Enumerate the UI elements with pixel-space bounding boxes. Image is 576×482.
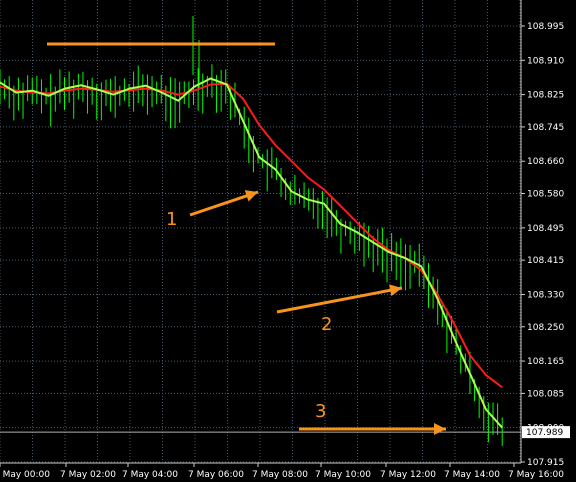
y-tick-label: 108.745 bbox=[527, 123, 564, 133]
y-tick-label: 108.660 bbox=[527, 157, 564, 167]
y-tick-label: 108.995 bbox=[527, 22, 564, 32]
y-tick-label: 108.330 bbox=[527, 290, 564, 300]
annotation-label-3: 3 bbox=[315, 401, 326, 422]
current-price-label: 107.989 bbox=[526, 428, 563, 438]
y-tick-label: 108.165 bbox=[527, 357, 564, 367]
price-chart: 1 2 3 108.995 108.910 108.825 108.745 108.660 1… bbox=[0, 0, 576, 482]
y-tick-label: 108.250 bbox=[527, 323, 564, 333]
x-tick-label: 7 May 12:00 bbox=[380, 470, 436, 480]
x-tick-label: 7 May 06:00 bbox=[188, 470, 244, 480]
y-tick-label: 108.495 bbox=[527, 224, 564, 234]
y-tick-label: 107.915 bbox=[527, 458, 564, 468]
x-tick-label: 7 May 02:00 bbox=[60, 470, 116, 480]
y-tick-label: 108.085 bbox=[527, 389, 564, 399]
chart-background bbox=[0, 0, 576, 482]
x-tick-label: 7 May 14:00 bbox=[444, 470, 500, 480]
annotation-label-1: 1 bbox=[166, 209, 177, 230]
y-tick-label: 108.415 bbox=[527, 256, 564, 266]
annotation-label-2: 2 bbox=[321, 314, 332, 335]
y-tick-label: 108.825 bbox=[527, 91, 564, 101]
y-tick-label: 108.580 bbox=[527, 190, 564, 200]
x-tick-label: 7 May 08:00 bbox=[252, 470, 308, 480]
x-tick-label: 7 May 04:00 bbox=[122, 470, 178, 480]
x-tick-label: 7 May 16:00 bbox=[508, 470, 564, 480]
x-tick-label: 7 May 10:00 bbox=[315, 470, 371, 480]
x-tick-label: 7 May 00:00 bbox=[0, 470, 50, 480]
y-tick-label: 108.910 bbox=[527, 56, 564, 66]
